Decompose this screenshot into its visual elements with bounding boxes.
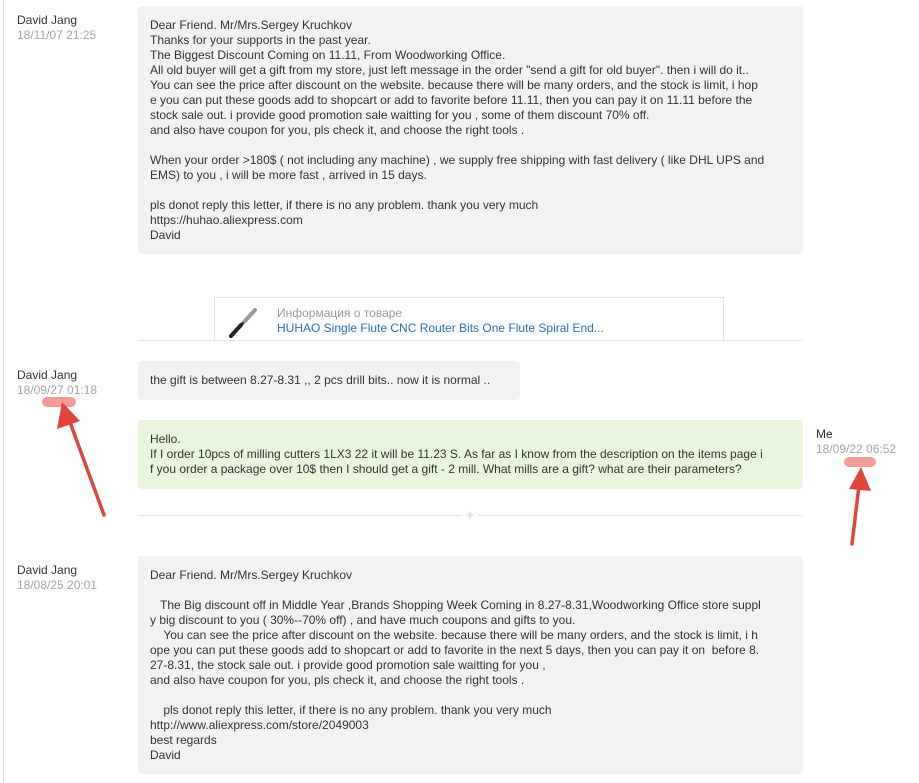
product-card-divider xyxy=(138,340,803,341)
message-timestamp: 18/09/27 01:18 xyxy=(17,383,98,397)
message-sender-1: David Jang 18/11/07 21:25 xyxy=(17,13,96,43)
message-sender-2: David Jang 18/09/27 01:18 xyxy=(17,368,97,398)
message-sender-4: David Jang 18/08/25 20:01 xyxy=(17,563,97,593)
message-bubble-2: the gift is between 8.27-8.31 ,, 2 pcs d… xyxy=(138,361,520,400)
router-bit-icon xyxy=(229,308,257,338)
message-timestamp: 18/11/07 21:25 xyxy=(17,28,97,42)
product-info-label: Информация о товаре xyxy=(277,306,403,320)
sender-name: David Jang xyxy=(17,563,78,577)
product-info-card[interactable]: Информация о товаре HUHAO Single Flute C… xyxy=(214,297,724,341)
red-arrow-icon xyxy=(57,402,106,517)
message-bubble-4: Dear Friend. Mr/Mrs.Sergey Kruchkov The … xyxy=(138,556,803,774)
sender-name: David Jang xyxy=(17,368,78,382)
red-arrow-icon xyxy=(849,467,871,546)
message-bubble-1: Dear Friend. Mr/Mrs.Sergey Kruchkov Than… xyxy=(138,6,803,254)
message-bubble-3: Hello. If I order 10pcs of milling cutte… xyxy=(138,420,803,489)
sender-name: Me xyxy=(816,427,833,441)
product-title-link[interactable]: HUHAO Single Flute CNC Router Bits One F… xyxy=(277,321,604,336)
sender-name: David Jang xyxy=(17,13,78,27)
conversation-left-border xyxy=(3,0,4,783)
message-timestamp: 18/09/22 06:52 xyxy=(816,442,897,456)
message-sender-3: Me 18/09/22 06:52 xyxy=(816,427,896,457)
star-divider-icon: ✦ xyxy=(462,507,478,523)
message-timestamp: 18/08/25 20:01 xyxy=(17,578,98,592)
